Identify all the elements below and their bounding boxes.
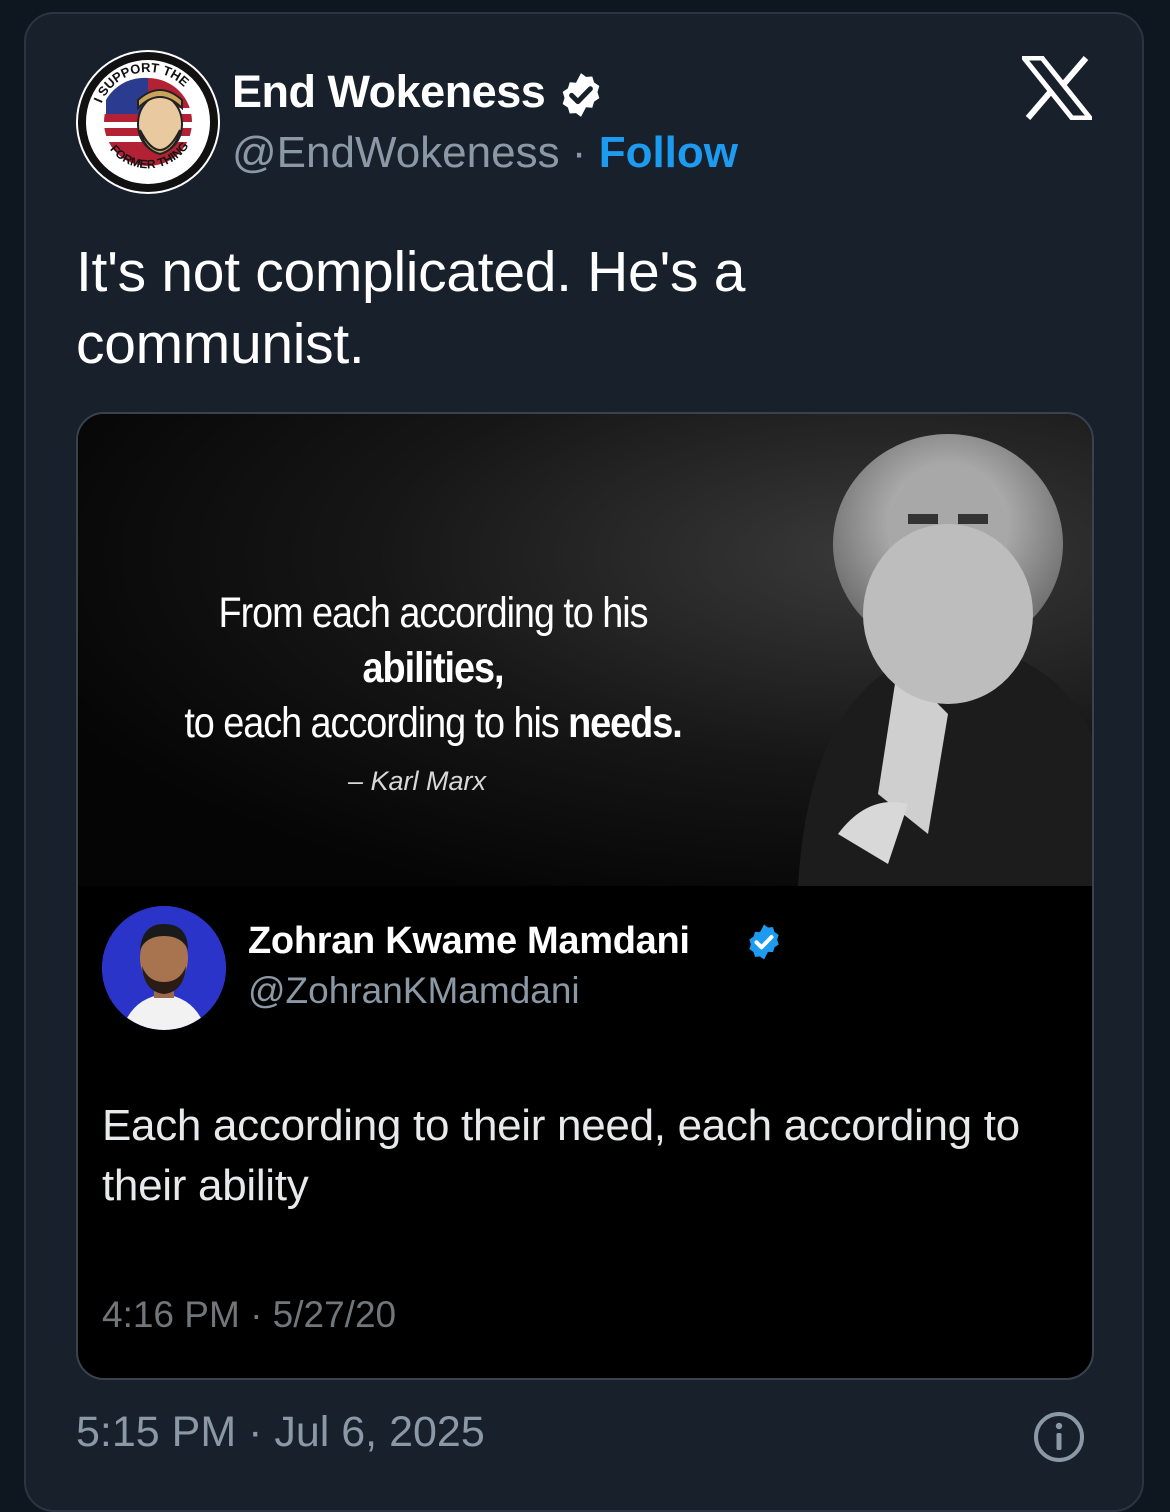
- meme-image: From each according to his abilities, to…: [78, 414, 1092, 886]
- author-avatar[interactable]: I SUPPORT THE FORMER THING: [76, 50, 220, 194]
- marx-quote: From each according to his abilities, to…: [147, 586, 719, 751]
- tweet-timestamp[interactable]: 5:15 PM · Jul 6, 2025: [76, 1408, 485, 1457]
- embedded-author-handle: @ZohranKMamdani: [248, 970, 580, 1011]
- quote-line1-bold: abilities,: [362, 644, 505, 692]
- tweet-text: It's not complicated. He's a communist.: [76, 240, 746, 376]
- author-name[interactable]: End Wokeness: [232, 66, 546, 118]
- author-handle[interactable]: @EndWokeness: [232, 128, 560, 177]
- embedded-author-name: Zohran Kwame Mamdani: [248, 920, 690, 962]
- quote-line2-bold: needs.: [568, 699, 683, 747]
- tweet-media[interactable]: From each according to his abilities, to…: [76, 412, 1094, 1380]
- quote-line2-prefix: to each according to his: [184, 699, 569, 747]
- follow-button[interactable]: Follow: [599, 128, 738, 177]
- portrait-illustration: [798, 434, 1092, 886]
- embedded-tweet-text: Each according to their need, each accor…: [102, 1101, 1020, 1210]
- author-handle-row: @EndWokeness · Follow: [232, 128, 738, 178]
- handle-separator: ·: [559, 128, 599, 177]
- quote-attribution: – Karl Marx: [348, 766, 487, 796]
- verified-badge-icon: [562, 73, 600, 117]
- embedded-avatar: [102, 906, 226, 1030]
- quote-line1-prefix: From each according to his: [218, 589, 649, 637]
- info-icon[interactable]: [1032, 1410, 1086, 1464]
- x-logo-icon[interactable]: [1022, 56, 1092, 120]
- embedded-verified-badge-icon: [749, 924, 779, 960]
- embedded-tweet-timestamp: 4:16 PM · 5/27/20: [102, 1294, 397, 1335]
